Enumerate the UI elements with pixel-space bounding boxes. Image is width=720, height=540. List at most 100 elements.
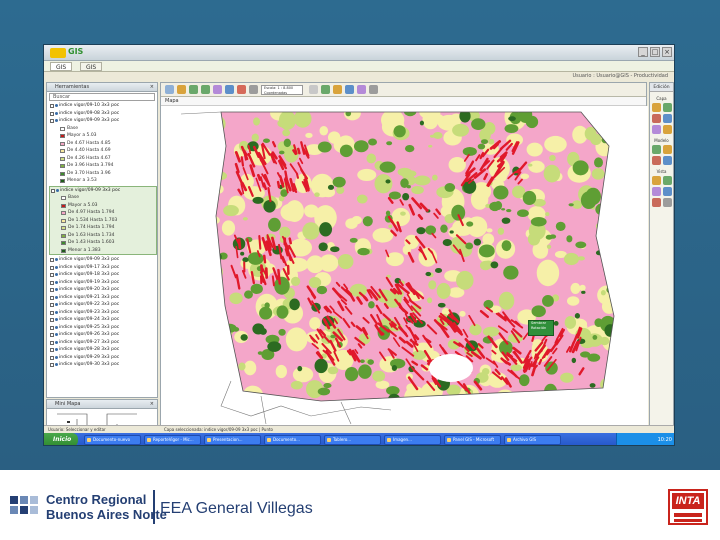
taskbar-item[interactable]: Tablero... <box>324 435 381 445</box>
maximize-button[interactable]: □ <box>650 47 660 57</box>
layer-visibility-icon[interactable] <box>55 104 58 107</box>
layer-visibility-icon[interactable] <box>55 288 58 291</box>
layer-checkbox[interactable] <box>50 111 54 116</box>
layer-visibility-icon[interactable] <box>55 310 58 314</box>
map-tab[interactable]: Mapa <box>161 97 646 106</box>
layer-visibility-icon[interactable] <box>55 318 58 321</box>
layer-checkbox[interactable] <box>50 119 54 123</box>
layer-item[interactable]: indice vigor/09-08 3x3 poc <box>49 110 157 118</box>
layer-checkbox[interactable] <box>50 280 54 285</box>
layer-item[interactable]: indice vigor/09-19 3x3 poc <box>49 279 157 287</box>
layer-add-icon[interactable] <box>321 85 330 94</box>
layer-checkbox[interactable] <box>50 310 54 315</box>
select-tool-icon[interactable] <box>165 85 174 94</box>
layer-visibility-icon[interactable] <box>55 348 58 351</box>
layer-checkbox[interactable] <box>50 318 54 322</box>
measure-icon[interactable] <box>237 85 246 94</box>
open-layer-icon[interactable] <box>662 103 672 112</box>
vigor-index-map[interactable] <box>161 106 648 427</box>
layer-visibility-icon[interactable] <box>55 355 58 359</box>
tab-gis-1[interactable]: GIS <box>50 62 73 71</box>
settings-icon[interactable] <box>369 85 378 94</box>
layer-item[interactable]: indice vigor/09-18 3x3 poc <box>49 271 157 279</box>
model-run-icon[interactable] <box>651 145 661 154</box>
taskbar-item[interactable]: Panel GIS - Microsoft <box>444 435 501 445</box>
layer-visibility-icon[interactable] <box>55 295 58 299</box>
layer-item[interactable]: indice vigor/09-28 3x3 poc <box>49 346 157 354</box>
selected-layer-item[interactable]: indice vigor/09-09 3x3 poc <box>50 187 156 195</box>
delete-layer-icon[interactable] <box>651 114 661 123</box>
layer-checkbox[interactable] <box>50 355 54 360</box>
layer-item[interactable]: indice vigor/09-25 3x3 poc <box>49 324 157 332</box>
view-chart-icon[interactable] <box>651 176 661 185</box>
view-legend-icon[interactable] <box>651 187 661 196</box>
start-button[interactable]: Inicio <box>44 433 78 445</box>
taskbar-item[interactable]: Archivo GIS <box>504 435 561 445</box>
taskbar-item[interactable]: Imagen... <box>384 435 441 445</box>
close-icon[interactable]: × <box>150 400 154 409</box>
info-tool-icon[interactable] <box>213 85 222 94</box>
layer-search-input[interactable]: Buscar <box>49 93 155 101</box>
export-icon[interactable] <box>357 85 366 94</box>
layer-checkbox[interactable] <box>50 348 54 352</box>
close-icon[interactable]: × <box>150 83 154 92</box>
layer-item[interactable]: indice vigor/09-30 3x3 poc <box>49 361 157 369</box>
layer-visibility-icon[interactable] <box>55 258 58 261</box>
new-layer-icon[interactable] <box>651 103 661 112</box>
layer-item[interactable]: indice vigor/09-09 3x3 poc <box>49 256 157 264</box>
layer-visibility-icon[interactable] <box>55 273 58 276</box>
close-button[interactable]: × <box>662 47 672 57</box>
layer-visibility-icon[interactable] <box>55 325 58 329</box>
model-edit-icon[interactable] <box>662 145 672 154</box>
layer-visibility-icon[interactable] <box>55 280 58 284</box>
scale-readout[interactable]: Escala: 1 : 8.800 Coordenadas <box>261 85 303 95</box>
layer-visibility-icon[interactable] <box>55 111 58 115</box>
layer-visibility-icon[interactable] <box>55 303 58 306</box>
layer-checkbox[interactable] <box>50 340 54 345</box>
view-layers-icon[interactable] <box>651 198 661 207</box>
layer-item[interactable]: indice vigor/09-29 3x3 poc <box>49 354 157 362</box>
save-icon[interactable] <box>345 85 354 94</box>
layer-checkbox[interactable] <box>50 265 54 270</box>
layer-checkbox[interactable] <box>50 288 54 292</box>
layer-item[interactable]: indice vigor/09-17 3x3 poc <box>49 264 157 272</box>
refresh-icon[interactable] <box>225 85 234 94</box>
layer-checkbox[interactable] <box>50 258 54 262</box>
taskbar-item[interactable]: Documento... <box>264 435 321 445</box>
layer-item[interactable]: indice vigor/09-24 3x3 poc <box>49 316 157 324</box>
map-action-button[interactable]: Sembrar Rotación <box>528 320 554 336</box>
view-table-icon[interactable] <box>662 176 672 185</box>
layer-visibility-icon[interactable] <box>55 363 58 366</box>
taskbar-item[interactable]: Documento-nuevo <box>84 435 141 445</box>
layer-visibility-icon[interactable] <box>56 188 59 192</box>
layer-item[interactable]: indice vigor/09-23 3x3 poc <box>49 309 157 317</box>
layer-visibility-icon[interactable] <box>55 340 58 344</box>
view-grid-icon[interactable] <box>662 187 672 196</box>
layer-checkbox[interactable] <box>50 333 54 337</box>
taskbar-item[interactable]: ReporteVigor - Mic... <box>144 435 201 445</box>
layer-checkbox[interactable] <box>50 273 54 277</box>
model-stop-icon[interactable] <box>651 156 661 165</box>
layer-item[interactable]: indice vigor/09-27 3x3 poc <box>49 339 157 347</box>
layer-item[interactable]: indice vigor/09-09 3x3 poc <box>49 117 157 125</box>
layer-item[interactable]: indice vigor/09-22 3x3 poc <box>49 301 157 309</box>
zoom-out-icon[interactable] <box>201 85 210 94</box>
layer-checkbox[interactable] <box>50 363 54 367</box>
map-canvas[interactable] <box>161 106 648 427</box>
split-layer-icon[interactable] <box>662 125 672 134</box>
minimize-button[interactable]: _ <box>638 47 648 57</box>
layer-item[interactable]: indice vigor/09-20 3x3 poc <box>49 286 157 294</box>
layer-item[interactable]: indice vigor/09-21 3x3 poc <box>49 294 157 302</box>
layer-checkbox[interactable] <box>50 325 54 330</box>
layer-checkbox[interactable] <box>50 295 54 300</box>
layer-visibility-icon[interactable] <box>55 119 58 122</box>
layer-item[interactable]: indice vigor/09-26 3x3 poc <box>49 331 157 339</box>
edit-icon[interactable] <box>333 85 342 94</box>
dropdown-icon[interactable] <box>309 85 318 94</box>
print-icon[interactable] <box>249 85 258 94</box>
layer-checkbox[interactable] <box>50 104 54 108</box>
view-options-icon[interactable] <box>662 198 672 207</box>
model-save-icon[interactable] <box>662 156 672 165</box>
pan-tool-icon[interactable] <box>177 85 186 94</box>
layer-checkbox[interactable] <box>50 303 54 307</box>
